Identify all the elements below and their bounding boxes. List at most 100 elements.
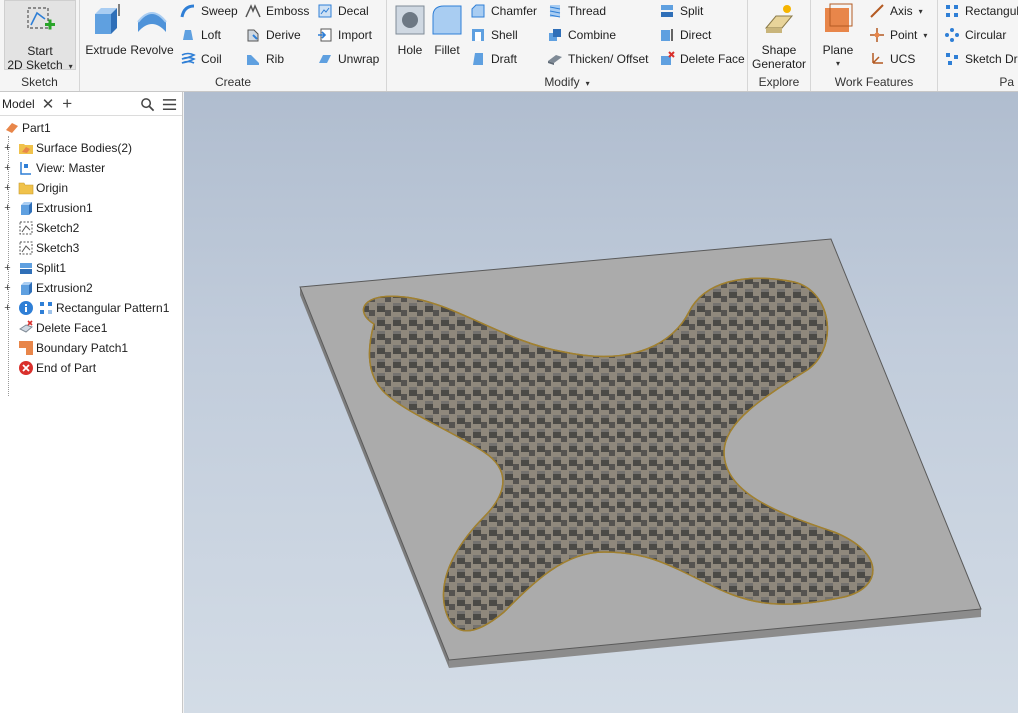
split-button[interactable]: Split [659, 1, 703, 21]
thicken-offset-button[interactable]: Thicken/ Offset [547, 49, 648, 69]
tree-item-view-master[interactable]: + View: Master [0, 158, 182, 178]
tree-item-label: Sketch2 [36, 221, 80, 235]
tree-item-label: Boundary Patch1 [36, 341, 129, 355]
rib-label: Rib [266, 52, 285, 66]
sketch-icon [19, 221, 33, 235]
menu-icon[interactable] [162, 97, 177, 112]
chevron-down-icon[interactable]: ▾ [817, 57, 859, 71]
expand-icon[interactable]: + [3, 142, 12, 154]
surface-bodies-folder-icon [19, 144, 33, 154]
chevron-down-icon[interactable]: ▾ [586, 79, 590, 88]
delete-face-button[interactable]: Delete Face [659, 49, 745, 69]
extrude-label: Extrude [85, 43, 127, 57]
sketch-driven-pattern-button[interactable]: Sketch Dri [944, 49, 1018, 69]
ucs-button[interactable]: UCS [869, 49, 915, 69]
search-icon[interactable] [140, 97, 155, 112]
revolve-button[interactable]: Revolve [130, 2, 174, 57]
draft-button[interactable]: Draft [470, 49, 517, 69]
chevron-down-icon[interactable]: ▾ [69, 62, 73, 71]
browser-tab-bar: Model ✕ + [0, 92, 182, 116]
tree-item-label: Split1 [36, 261, 67, 275]
combine-button[interactable]: Combine [547, 25, 616, 45]
shell-button[interactable]: Shell [470, 25, 518, 45]
shape-generator-button[interactable]: Shape Generator [750, 2, 808, 71]
model-browser: Model ✕ + Part1 + Surface Bodies(2) + Vi… [0, 92, 183, 713]
tree-item-extrusion1[interactable]: + Extrusion1 [0, 198, 182, 218]
add-tab-icon[interactable]: + [62, 94, 72, 114]
combine-icon [549, 29, 561, 41]
sketch-driven-pattern-icon [946, 53, 958, 65]
expand-icon[interactable]: + [3, 282, 12, 294]
point-button[interactable]: Point ▾ [869, 25, 927, 45]
coil-icon [181, 52, 196, 64]
sketch-driven-pattern-label: Sketch Dri [965, 52, 1018, 66]
modify-panel: Hole Fillet Chamfer Shell Draft Thread C… [387, 0, 748, 91]
circular-pattern-button[interactable]: Circular [944, 25, 1006, 45]
tree-item-sketch2[interactable]: Sketch2 [0, 218, 182, 238]
unwrap-button[interactable]: Unwrap [317, 49, 379, 69]
delete-face-icon [19, 320, 34, 333]
close-icon[interactable]: ✕ [42, 95, 55, 113]
extrude-button[interactable]: Extrude [84, 2, 128, 57]
expand-icon[interactable]: + [3, 302, 12, 314]
tree-item-surface-bodies[interactable]: + Surface Bodies(2) [0, 138, 182, 158]
part-icon [6, 123, 18, 133]
delete-face-icon [661, 51, 675, 65]
tree-item-extrusion2[interactable]: + Extrusion2 [0, 278, 182, 298]
work-features-panel-title: Work Features [834, 75, 914, 89]
derive-button[interactable]: Derive [245, 25, 301, 45]
rectangular-pattern-button[interactable]: Rectangul [944, 1, 1018, 21]
pattern-panel-title: Pa [999, 75, 1014, 89]
hole-button[interactable]: Hole [390, 2, 430, 57]
combine-label: Combine [568, 28, 617, 42]
tree-item-label: Part1 [22, 121, 51, 135]
direct-button[interactable]: Direct [659, 25, 711, 45]
tree-item-part1[interactable]: Part1 [0, 118, 182, 138]
import-button[interactable]: Import [317, 25, 372, 45]
pattern-panel: Rectangul Circular Sketch Dri Pa [938, 0, 1018, 91]
model-view[interactable] [184, 92, 1018, 713]
rectangular-pattern-label: Rectangul [965, 4, 1018, 18]
end-of-part-icon [19, 361, 33, 375]
expand-icon[interactable]: + [3, 162, 12, 174]
sweep-button[interactable]: Sweep [180, 1, 238, 21]
direct-icon [661, 29, 673, 41]
expand-icon[interactable]: + [3, 182, 12, 194]
emboss-button[interactable]: Emboss [245, 1, 309, 21]
tree-item-boundary-patch1[interactable]: Boundary Patch1 [0, 338, 182, 358]
direct-label: Direct [680, 28, 712, 42]
decal-button[interactable]: Decal [317, 1, 369, 21]
tree-item-end-of-part[interactable]: End of Part [0, 358, 182, 378]
expand-icon[interactable]: + [3, 202, 12, 214]
tree-item-origin[interactable]: + Origin [0, 178, 182, 198]
ucs-icon [872, 53, 883, 64]
create-panel: Extrude Revolve Sweep Loft Coil Emboss D… [80, 0, 387, 91]
chevron-down-icon[interactable]: ▾ [919, 7, 923, 16]
shape-generator-label-1: Shape [761, 43, 797, 57]
graphics-viewport[interactable] [184, 92, 1018, 713]
modify-panel-title[interactable]: Modify ▾ [387, 75, 747, 89]
start-2d-sketch-button[interactable]: Start 2D Sketch ▾ [4, 0, 76, 72]
tree-item-sketch3[interactable]: Sketch3 [0, 238, 182, 258]
circular-pattern-icon [945, 28, 959, 42]
tree-item-rectangular-pattern1[interactable]: + Rectangular Pattern1 [0, 298, 182, 318]
chevron-down-icon[interactable]: ▾ [923, 31, 927, 40]
point-icon [870, 28, 884, 42]
folder-icon [18, 182, 34, 195]
tab-model[interactable]: Model [2, 97, 35, 111]
chamfer-button[interactable]: Chamfer [470, 1, 537, 21]
axis-button[interactable]: Axis ▾ [869, 1, 923, 21]
expand-icon[interactable]: + [3, 262, 12, 274]
loft-label: Loft [201, 28, 222, 42]
fillet-button[interactable]: Fillet [427, 2, 467, 57]
plane-button[interactable]: Plane ▾ [817, 2, 859, 71]
tree-item-label: Extrusion2 [36, 281, 93, 295]
coil-button[interactable]: Coil [180, 49, 222, 69]
decal-icon [318, 4, 332, 18]
tree-item-delete-face1[interactable]: Delete Face1 [0, 318, 182, 338]
loft-button[interactable]: Loft [180, 25, 221, 45]
ucs-label: UCS [890, 52, 916, 66]
rib-button[interactable]: Rib [245, 49, 284, 69]
thread-button[interactable]: Thread [547, 1, 606, 21]
tree-item-split1[interactable]: + Split1 [0, 258, 182, 278]
